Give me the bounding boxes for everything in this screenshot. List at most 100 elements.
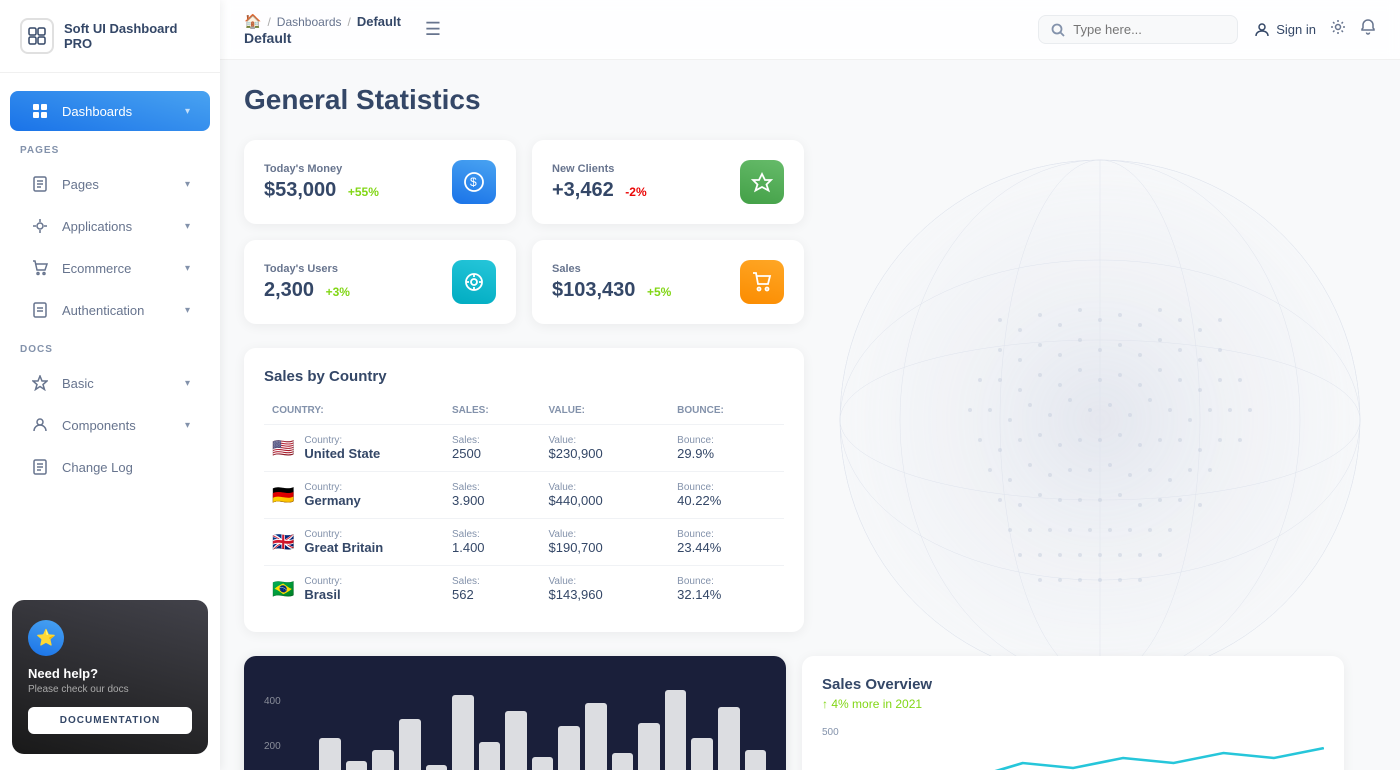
country-sales: 562 — [452, 587, 474, 602]
value-col-label: Value: — [549, 576, 662, 587]
stat-label-users: Today's Users — [264, 263, 350, 275]
page-title: General Statistics — [244, 84, 1376, 116]
table-row: 🇺🇸 Country: United State Sales: 2500 Val… — [264, 425, 784, 472]
bar — [585, 703, 607, 770]
country-col-label: Country: — [304, 435, 380, 446]
breadcrumb-current: Default — [357, 14, 401, 29]
ecommerce-icon — [30, 258, 50, 278]
sidebar-item-authentication[interactable]: Authentication ▾ — [10, 290, 210, 330]
sidebar-item-label-ecommerce: Ecommerce — [62, 261, 131, 276]
bar — [399, 719, 421, 770]
help-subtitle: Please check our docs — [28, 684, 192, 695]
country-name: United State — [304, 446, 380, 461]
hamburger-button[interactable]: ☰ — [425, 19, 441, 40]
country-bounce: 29.9% — [677, 446, 714, 461]
chevron-icon: ▾ — [185, 221, 190, 232]
pages-icon — [30, 174, 50, 194]
stat-value-money: $53,000 +55% — [264, 179, 379, 202]
country-flag: 🇬🇧 — [272, 532, 294, 553]
stat-badge-sales: +5% — [647, 285, 671, 299]
sidebar-item-label-components: Components — [62, 418, 136, 433]
sidebar-item-label-applications: Applications — [62, 219, 132, 234]
col-header-value: Value: — [541, 401, 670, 425]
chevron-icon: ▾ — [185, 263, 190, 274]
sidebar-item-label-changelog: Change Log — [62, 460, 133, 475]
search-input[interactable] — [1073, 22, 1213, 37]
sidebar-item-changelog[interactable]: Change Log — [10, 447, 210, 487]
country-flag: 🇺🇸 — [272, 438, 294, 459]
search-icon — [1051, 23, 1065, 37]
bar — [505, 711, 527, 770]
search-box[interactable] — [1038, 15, 1238, 44]
country-col-label: Country: — [304, 482, 360, 493]
stat-icon-clients — [740, 160, 784, 204]
stat-badge-money: +55% — [348, 185, 379, 199]
signin-label: Sign in — [1276, 22, 1316, 37]
sidebar-item-ecommerce[interactable]: Ecommerce ▾ — [10, 248, 210, 288]
sidebar-item-components[interactable]: Components ▾ — [10, 405, 210, 445]
changelog-icon — [30, 457, 50, 477]
y-label-400: 400 — [264, 696, 281, 707]
y-axis: 400 200 0 — [264, 696, 281, 770]
table-row: 🇧🇷 Country: Brasil Sales: 562 Value: $14… — [264, 566, 784, 613]
help-star-icon: ⭐ — [28, 620, 64, 656]
chevron-icon: ▾ — [185, 420, 190, 431]
signin-button[interactable]: Sign in — [1254, 22, 1316, 38]
country-sales: 2500 — [452, 446, 481, 461]
country-col-label: Country: — [304, 576, 342, 587]
bar — [558, 726, 580, 770]
stat-badge-clients: -2% — [625, 185, 646, 199]
sidebar-item-label-authentication: Authentication — [62, 303, 144, 318]
sidebar-item-pages[interactable]: Pages ▾ — [10, 164, 210, 204]
stat-card-money: Today's Money $53,000 +55% $ — [244, 140, 516, 224]
sidebar-item-applications[interactable]: Applications ▾ — [10, 206, 210, 246]
sidebar-navigation: Dashboards ▾ PAGES Pages ▾ Applications … — [0, 73, 220, 584]
chevron-icon: ▾ — [185, 378, 190, 389]
documentation-button[interactable]: DOCUMENTATION — [28, 707, 192, 734]
country-sales: 1.400 — [452, 540, 485, 555]
breadcrumb: 🏠 / Dashboards / Default — [244, 13, 401, 30]
help-title: Need help? — [28, 666, 192, 681]
applications-icon — [30, 216, 50, 236]
col-header-sales: Sales: — [444, 401, 541, 425]
user-icon — [1254, 22, 1270, 38]
arrow-up-icon: ↑ — [822, 697, 828, 711]
main-area: 🏠 / Dashboards / Default Default ☰ Sign … — [220, 0, 1400, 770]
value-col-label: Value: — [549, 435, 662, 446]
bar — [691, 738, 713, 770]
svg-text:$: $ — [470, 175, 477, 189]
col-header-bounce: Bounce: — [669, 401, 784, 425]
value-col-label: Value: — [549, 482, 662, 493]
stat-value-users: 2,300 +3% — [264, 279, 350, 302]
bottom-row: 400 200 0 Sales Overview ↑ 4% more in 20… — [244, 656, 1344, 770]
stats-grid: Today's Money $53,000 +55% $ New Clients — [244, 140, 804, 324]
bar — [319, 738, 341, 770]
settings-button[interactable] — [1330, 19, 1346, 40]
sales-col-label: Sales: — [452, 529, 533, 540]
stat-icon-users — [452, 260, 496, 304]
stat-label-money: Today's Money — [264, 163, 379, 175]
authentication-icon — [30, 300, 50, 320]
notifications-button[interactable] — [1360, 19, 1376, 40]
stat-icon-money: $ — [452, 160, 496, 204]
stat-value-sales: $103,430 +5% — [552, 279, 671, 302]
sidebar-item-dashboards[interactable]: Dashboards ▾ — [10, 91, 210, 131]
bar — [346, 761, 368, 770]
sidebar-item-label-basic: Basic — [62, 376, 94, 391]
home-icon: 🏠 — [244, 13, 261, 30]
overview-y-500: 500 — [822, 727, 1324, 738]
bounce-col-label: Bounce: — [677, 576, 776, 587]
country-col-label: Country: — [304, 529, 383, 540]
bell-icon — [1360, 19, 1376, 35]
bar — [452, 695, 474, 770]
sidebar-item-basic[interactable]: Basic ▾ — [10, 363, 210, 403]
bar — [612, 753, 634, 770]
country-bounce: 23.44% — [677, 540, 721, 555]
bar — [532, 757, 554, 770]
logo-text: Soft UI Dashboard PRO — [64, 21, 200, 51]
bar — [372, 750, 394, 770]
stat-badge-users: +3% — [326, 285, 350, 299]
value-col-label: Value: — [549, 529, 662, 540]
country-sales: 3.900 — [452, 493, 485, 508]
help-box: ⭐ Need help? Please check our docs DOCUM… — [12, 600, 208, 754]
